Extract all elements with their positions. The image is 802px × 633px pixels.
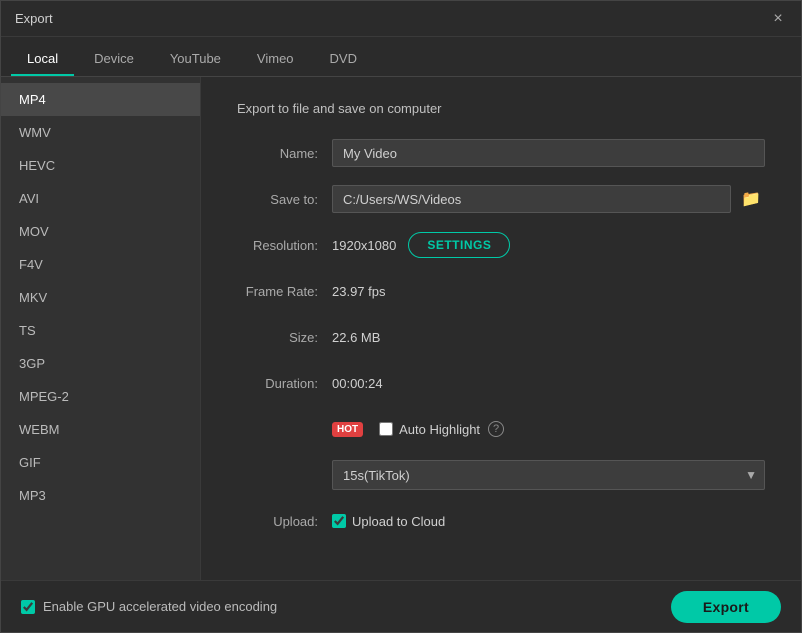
frame-rate-row: Frame Rate: 23.97 fps	[237, 276, 765, 306]
export-dialog: Export × Local Device YouTube Vimeo DVD …	[0, 0, 802, 633]
tab-bar: Local Device YouTube Vimeo DVD	[1, 37, 801, 77]
duration-label: Duration:	[237, 376, 332, 391]
frame-rate-control: 23.97 fps	[332, 284, 765, 299]
highlight-dropdown-control: 15s(TikTok) 30s 60s Custom ▼	[332, 460, 765, 490]
resolution-value: 1920x1080	[332, 238, 396, 253]
gpu-checkbox-label[interactable]: Enable GPU accelerated video encoding	[21, 599, 277, 614]
frame-rate-value: 23.97 fps	[332, 284, 386, 299]
resolution-control: 1920x1080 SETTINGS	[332, 232, 765, 258]
upload-to-cloud-label[interactable]: Upload to Cloud	[332, 514, 445, 529]
sidebar-item-ts[interactable]: TS	[1, 314, 200, 347]
tab-dvd[interactable]: DVD	[314, 42, 373, 76]
name-input[interactable]	[332, 139, 765, 167]
auto-highlight-row: HOT Auto Highlight ?	[237, 414, 765, 444]
resolution-label: Resolution:	[237, 238, 332, 253]
save-to-input[interactable]	[332, 185, 731, 213]
duration-control: 00:00:24	[332, 376, 765, 391]
sidebar-item-mp4[interactable]: MP4	[1, 83, 200, 116]
auto-highlight-checkbox[interactable]	[379, 422, 393, 436]
sidebar-item-mkv[interactable]: MKV	[1, 281, 200, 314]
content-area: MP4 WMV HEVC AVI MOV F4V MKV TS 3GP MPEG…	[1, 77, 801, 580]
name-row: Name:	[237, 138, 765, 168]
sidebar-item-webm[interactable]: WEBM	[1, 413, 200, 446]
folder-icon: 📁	[741, 189, 761, 209]
upload-to-cloud-checkbox[interactable]	[332, 514, 346, 528]
save-to-row: Save to: 📁	[237, 184, 765, 214]
export-description: Export to file and save on computer	[237, 101, 765, 116]
tab-device[interactable]: Device	[78, 42, 150, 76]
sidebar-item-3gp[interactable]: 3GP	[1, 347, 200, 380]
sidebar-item-avi[interactable]: AVI	[1, 182, 200, 215]
sidebar-item-f4v[interactable]: F4V	[1, 248, 200, 281]
save-to-label: Save to:	[237, 192, 332, 207]
folder-browse-button[interactable]: 📁	[737, 185, 765, 213]
gpu-checkbox[interactable]	[21, 600, 35, 614]
bottom-bar: Enable GPU accelerated video encoding Ex…	[1, 580, 801, 632]
save-to-control: 📁	[332, 185, 765, 213]
tab-youtube[interactable]: YouTube	[154, 42, 237, 76]
export-button[interactable]: Export	[671, 591, 781, 623]
upload-to-cloud-text: Upload to Cloud	[352, 514, 445, 529]
resolution-row: Resolution: 1920x1080 SETTINGS	[237, 230, 765, 260]
size-control: 22.6 MB	[332, 330, 765, 345]
help-icon[interactable]: ?	[488, 421, 504, 437]
size-row: Size: 22.6 MB	[237, 322, 765, 352]
sidebar-item-mov[interactable]: MOV	[1, 215, 200, 248]
highlight-dropdown-row: 15s(TikTok) 30s 60s Custom ▼	[237, 460, 765, 490]
hot-badge: HOT	[332, 422, 363, 437]
upload-control: Upload to Cloud	[332, 514, 765, 529]
upload-label: Upload:	[237, 514, 332, 529]
name-control	[332, 139, 765, 167]
format-sidebar: MP4 WMV HEVC AVI MOV F4V MKV TS 3GP MPEG…	[1, 77, 201, 580]
frame-rate-label: Frame Rate:	[237, 284, 332, 299]
duration-value: 00:00:24	[332, 376, 383, 391]
size-label: Size:	[237, 330, 332, 345]
size-value: 22.6 MB	[332, 330, 380, 345]
sidebar-item-wmv[interactable]: WMV	[1, 116, 200, 149]
sidebar-item-gif[interactable]: GIF	[1, 446, 200, 479]
auto-highlight-control: HOT Auto Highlight ?	[332, 421, 765, 437]
tab-vimeo[interactable]: Vimeo	[241, 42, 310, 76]
highlight-dropdown[interactable]: 15s(TikTok) 30s 60s Custom	[332, 460, 765, 490]
duration-row: Duration: 00:00:24	[237, 368, 765, 398]
close-button[interactable]: ×	[769, 10, 787, 28]
name-label: Name:	[237, 146, 332, 161]
dialog-title: Export	[15, 11, 53, 26]
sidebar-item-mp3[interactable]: MP3	[1, 479, 200, 512]
auto-highlight-text: Auto Highlight	[399, 422, 480, 437]
sidebar-item-mpeg2[interactable]: MPEG-2	[1, 380, 200, 413]
gpu-label-text: Enable GPU accelerated video encoding	[43, 599, 277, 614]
main-panel: Export to file and save on computer Name…	[201, 77, 801, 580]
title-bar: Export ×	[1, 1, 801, 37]
auto-highlight-checkbox-label[interactable]: Auto Highlight	[379, 422, 480, 437]
tab-local[interactable]: Local	[11, 42, 74, 76]
sidebar-item-hevc[interactable]: HEVC	[1, 149, 200, 182]
upload-row: Upload: Upload to Cloud	[237, 506, 765, 536]
settings-button[interactable]: SETTINGS	[408, 232, 510, 258]
